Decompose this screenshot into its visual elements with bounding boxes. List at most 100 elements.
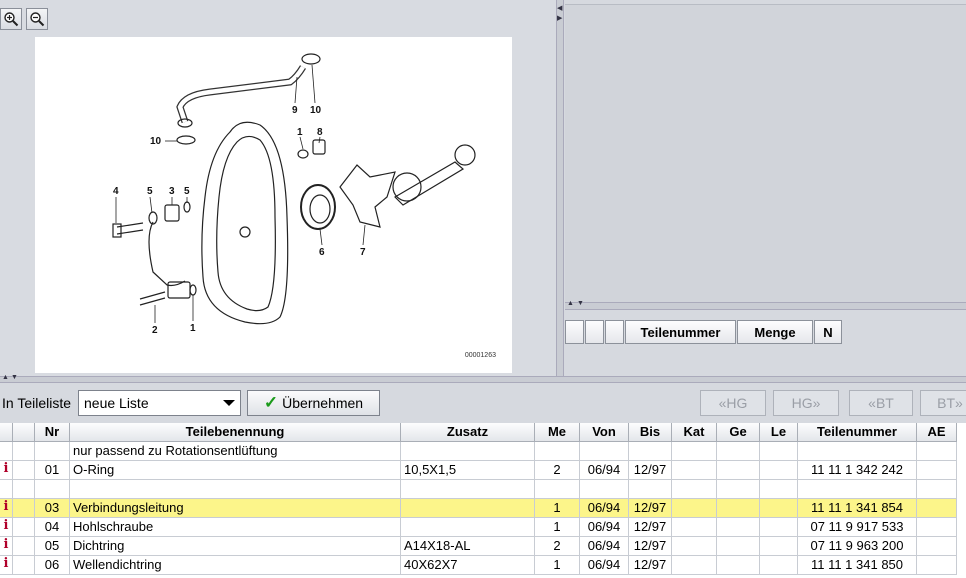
cell-name: Dichtring [70, 537, 401, 556]
svg-text:1: 1 [190, 323, 196, 334]
zoom-out-button[interactable] [26, 8, 48, 30]
cell-kat [672, 556, 717, 575]
svg-text:9: 9 [292, 105, 298, 116]
checkmark-icon: ✓ [263, 393, 279, 412]
info-icon[interactable]: i [0, 537, 13, 556]
cell-kat [672, 499, 717, 518]
parts-list-col-n[interactable]: N [814, 320, 842, 344]
collapse-bottom-icon[interactable]: ▼ [11, 374, 18, 381]
col-ae[interactable]: AE [917, 423, 957, 442]
table-row[interactable]: i 06 Wellendichtring 40X62X7 1 06/94 12/97 11 1… [0, 556, 966, 575]
collapse-up-icon[interactable]: ▲ [567, 300, 574, 307]
preview-pane [565, 4, 966, 302]
cell-teilenummer: 07 11 9 963 200 [798, 537, 917, 556]
cell-nr [35, 480, 70, 499]
col-ge[interactable]: Ge [717, 423, 760, 442]
cell-mark [13, 442, 35, 461]
svg-text:8: 8 [317, 127, 323, 138]
cell-le [760, 442, 798, 461]
zoom-in-icon [4, 12, 19, 27]
horizontal-splitter[interactable]: ▲ ▼ [0, 374, 966, 383]
cell-me [535, 442, 580, 461]
cell-mark [13, 537, 35, 556]
cell-teilenummer [798, 442, 917, 461]
table-row[interactable] [0, 480, 966, 499]
cell-zusatz: A14X18-AL [401, 537, 535, 556]
cell-zusatz: 40X62X7 [401, 556, 535, 575]
cell-ae [917, 518, 957, 537]
info-icon[interactable]: i [0, 556, 13, 575]
parts-list-col-1[interactable] [585, 320, 604, 344]
col-me[interactable]: Me [535, 423, 580, 442]
col-mark[interactable] [13, 423, 35, 442]
info-icon[interactable]: i [0, 499, 13, 518]
next-bt-button[interactable]: BT» [920, 390, 966, 416]
collapse-top-icon[interactable]: ▲ [2, 374, 9, 381]
drawing-code: 00001263 [464, 352, 496, 359]
cell-le [760, 556, 798, 575]
prev-bt-button[interactable]: «BT [849, 390, 913, 416]
vertical-splitter[interactable]: ◀ ▶ [556, 0, 564, 376]
cell-name: Hohlschraube [70, 518, 401, 537]
table-header: Nr Teilebenennung Zusatz Me Von Bis Kat … [0, 423, 966, 442]
parts-list-col-teilenummer[interactable]: Teilenummer [625, 320, 736, 344]
collapse-down-icon[interactable]: ▼ [577, 300, 584, 307]
cell-von: 06/94 [580, 518, 629, 537]
cell-ae [917, 442, 957, 461]
parts-list-col-0[interactable] [565, 320, 584, 344]
svg-text:3: 3 [169, 186, 175, 197]
right-splitter[interactable]: ▲ ▼ [565, 300, 966, 310]
cell-name [70, 480, 401, 499]
table-row[interactable]: i 01 O-Ring 10,5X1,5 2 06/94 12/97 11 11 1 342 … [0, 461, 966, 480]
diagram-pane: 9 10 10 18 4535 67 21 00001263 [0, 0, 556, 376]
collapse-right-icon[interactable]: ▶ [557, 14, 563, 22]
cell-teilenummer: 11 11 1 341 850 [798, 556, 917, 575]
cell-ge [717, 442, 760, 461]
cell-me [535, 480, 580, 499]
cell-bis [629, 480, 672, 499]
info-icon[interactable]: i [0, 461, 13, 480]
cell-ge [717, 556, 760, 575]
info-icon[interactable]: i [0, 518, 13, 537]
apply-button-label: Übernehmen [282, 395, 364, 411]
col-teilenummer[interactable]: Teilenummer [798, 423, 917, 442]
table-row[interactable]: i 05 Dichtring A14X18-AL 2 06/94 12/97 07 11 9 … [0, 537, 966, 556]
cell-kat [672, 537, 717, 556]
col-zusatz[interactable]: Zusatz [401, 423, 535, 442]
cell-nr: 06 [35, 556, 70, 575]
cell-nr: 03 [35, 499, 70, 518]
col-nr[interactable]: Nr [35, 423, 70, 442]
info-icon[interactable] [0, 480, 13, 499]
cell-teilenummer: 11 11 1 341 854 [798, 499, 917, 518]
next-hg-button[interactable]: HG» [773, 390, 839, 416]
parts-list-col-2[interactable] [605, 320, 624, 344]
cell-nr [35, 442, 70, 461]
col-info[interactable] [0, 423, 13, 442]
col-bis[interactable]: Bis [629, 423, 672, 442]
col-teilebenennung[interactable]: Teilebenennung [70, 423, 401, 442]
zoom-in-button[interactable] [0, 8, 22, 30]
cell-name: O-Ring [70, 461, 401, 480]
apply-button[interactable]: ✓ Übernehmen [247, 390, 380, 416]
parts-list-col-menge[interactable]: Menge [737, 320, 813, 344]
parts-drawing[interactable]: 9 10 10 18 4535 67 21 00001263 [35, 37, 512, 373]
cell-teilenummer [798, 480, 917, 499]
teileliste-select[interactable]: neue Liste [78, 390, 241, 416]
prev-hg-button[interactable]: «HG [700, 390, 766, 416]
table-row[interactable]: i 03 Verbindungsleitung 1 06/94 12/97 11 11 1 … [0, 499, 966, 518]
cell-name: Wellendichtring [70, 556, 401, 575]
table-row[interactable]: i 04 Hohlschraube 1 06/94 12/97 07 11 9 917 53… [0, 518, 966, 537]
cell-le [760, 537, 798, 556]
cell-von [580, 480, 629, 499]
cell-nr: 05 [35, 537, 70, 556]
cell-von: 06/94 [580, 499, 629, 518]
col-le[interactable]: Le [760, 423, 798, 442]
svg-text:4: 4 [113, 186, 119, 197]
table-row[interactable]: nur passend zu Rotationsentlüftung [0, 442, 966, 461]
col-kat[interactable]: Kat [672, 423, 717, 442]
col-von[interactable]: Von [580, 423, 629, 442]
info-icon[interactable] [0, 442, 13, 461]
svg-text:5: 5 [147, 186, 153, 197]
cell-bis [629, 442, 672, 461]
collapse-left-icon[interactable]: ◀ [557, 4, 563, 12]
